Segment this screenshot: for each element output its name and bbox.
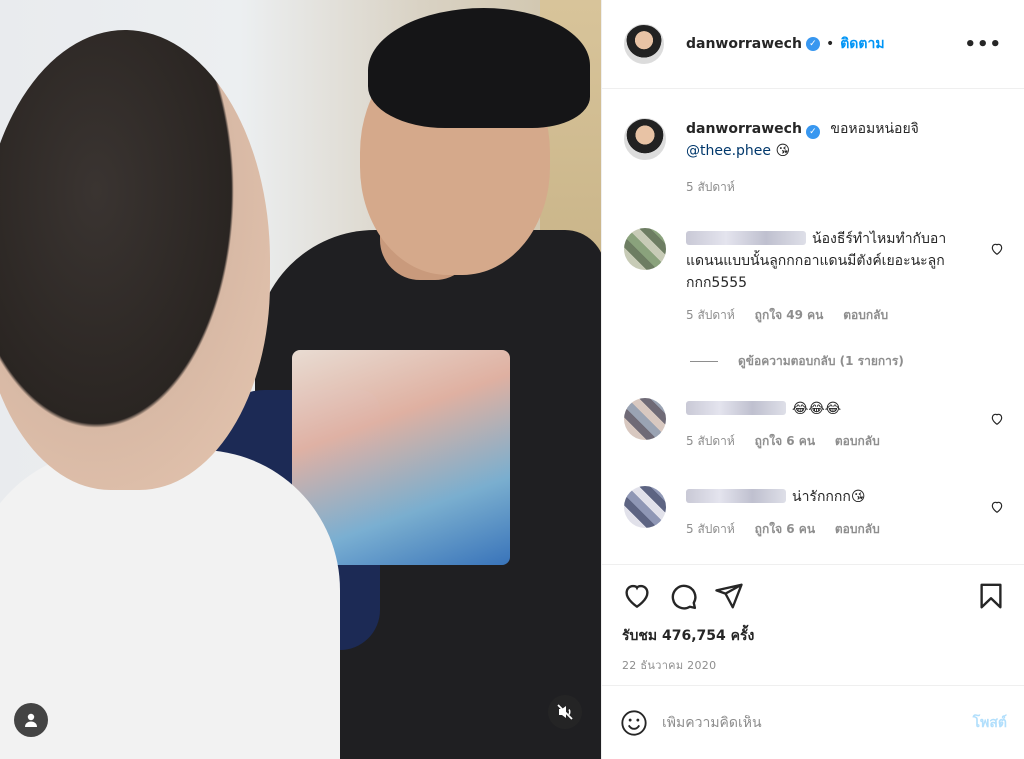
commenter-username-blurred[interactable] — [686, 231, 806, 245]
comment-text: น่ารักกกก😘 — [792, 489, 866, 505]
comment-composer: โพสต์ — [602, 685, 1024, 759]
man-hair — [368, 8, 590, 128]
share-button[interactable] — [714, 581, 744, 611]
comment-like-heart-icon[interactable] — [990, 412, 1004, 426]
heart-icon — [625, 584, 649, 609]
comment-meta: 5 สัปดาห์ ถูกใจ 6 คน ตอบกลับ — [686, 430, 1004, 452]
comment-timestamp[interactable]: 5 สัปดาห์ — [686, 522, 735, 536]
post-header: danworrawech ✓ • ติดตาม ••• — [602, 0, 1024, 89]
user-tag-button[interactable] — [14, 703, 48, 737]
commenter-avatar[interactable] — [624, 228, 666, 270]
comments-list[interactable]: danworrawech ✓ ขอหอมหน่อยจิ @thee.phee 😘 … — [602, 90, 1024, 564]
add-comment-input[interactable] — [662, 714, 973, 731]
muted-speaker-icon — [557, 704, 573, 720]
comment-likes[interactable]: ถูกใจ 49 คน — [755, 308, 824, 322]
action-bar — [622, 580, 1006, 612]
comment-text: 😂😂😂 — [792, 401, 842, 417]
smiley-icon — [621, 709, 647, 736]
view-replies-button[interactable]: ดูข้อความตอบกลับ (1 รายการ) — [690, 352, 904, 371]
caption-username[interactable]: danworrawech — [686, 121, 802, 137]
comment-like-heart-icon[interactable] — [990, 500, 1004, 514]
verified-badge-icon: ✓ — [805, 125, 820, 139]
view-replies-label: ดูข้อความตอบกลับ (1 รายการ) — [738, 354, 904, 368]
caption-timestamp[interactable]: 5 สัปดาห์ — [686, 180, 735, 194]
post-video[interactable] — [0, 0, 601, 759]
emoji-picker-button[interactable] — [620, 709, 648, 737]
more-options-icon[interactable]: ••• — [964, 34, 1002, 55]
header-separator: • — [825, 36, 835, 52]
post-details-panel: danworrawech ✓ • ติดตาม ••• danworrawech… — [601, 0, 1024, 759]
comment-item: น่ารักกกก😘 5 สัปดาห์ ถูกใจ 6 คน ตอบกลับ — [624, 486, 1004, 540]
child-head — [0, 30, 270, 490]
comment-button[interactable] — [668, 581, 698, 611]
caption-text: ขอหอมหน่อยจิ — [830, 121, 919, 137]
reply-button[interactable]: ตอบกลับ — [835, 522, 880, 536]
commenter-username-blurred[interactable] — [686, 489, 786, 503]
author-avatar[interactable] — [624, 24, 664, 64]
caption-author-avatar[interactable] — [624, 118, 666, 160]
reply-button[interactable]: ตอบกลับ — [835, 434, 880, 448]
post-actions-section: รับชม 476,754 ครั้ง 22 ธันวาคม 2020 — [602, 564, 1024, 698]
commenter-avatar[interactable] — [624, 486, 666, 528]
save-button[interactable] — [976, 581, 1006, 611]
mute-toggle-button[interactable] — [548, 695, 582, 729]
commenter-avatar[interactable] — [624, 398, 666, 440]
user-tag-icon — [25, 713, 37, 727]
caption-row: danworrawech ✓ ขอหอมหน่อยจิ @thee.phee 😘 … — [624, 118, 1004, 198]
reply-button[interactable]: ตอบกลับ — [843, 308, 888, 322]
follow-button[interactable]: ติดตาม — [840, 33, 884, 55]
share-icon — [715, 583, 743, 609]
verified-badge-icon: ✓ — [805, 37, 820, 51]
caption-meta: 5 สัปดาห์ — [686, 176, 1004, 198]
commenter-username-blurred[interactable] — [686, 401, 786, 415]
child-white-shirt — [0, 450, 340, 759]
post-date[interactable]: 22 ธันวาคม 2020 — [622, 656, 716, 674]
caption-mention-link[interactable]: @thee.phee — [686, 143, 771, 159]
comment-timestamp[interactable]: 5 สัปดาห์ — [686, 308, 735, 322]
bookmark-icon — [980, 583, 1002, 609]
like-button[interactable] — [622, 581, 652, 611]
comment-icon — [671, 584, 697, 610]
comment-likes[interactable]: ถูกใจ 6 คน — [755, 522, 815, 536]
comment-meta: 5 สัปดาห์ ถูกใจ 6 คน ตอบกลับ — [686, 518, 1004, 540]
post-comment-button[interactable]: โพสต์ — [973, 712, 1007, 734]
replies-divider — [690, 361, 718, 362]
view-count: รับชม 476,754 ครั้ง — [622, 628, 755, 644]
comment-item: 😂😂😂 5 สัปดาห์ ถูกใจ 6 คน ตอบกลับ — [624, 398, 1004, 452]
comment-item: น้องธีร์ทำไหมทำกับอาแดนนแบบนั้นลูกกกอาแด… — [624, 228, 1004, 326]
comment-likes[interactable]: ถูกใจ 6 คน — [755, 434, 815, 448]
comment-meta: 5 สัปดาห์ ถูกใจ 49 คน ตอบกลับ — [686, 304, 970, 326]
comment-timestamp[interactable]: 5 สัปดาห์ — [686, 434, 735, 448]
caption-emoji: 😘 — [775, 143, 791, 159]
author-username[interactable]: danworrawech — [686, 36, 802, 52]
comment-like-heart-icon[interactable] — [990, 242, 1004, 256]
